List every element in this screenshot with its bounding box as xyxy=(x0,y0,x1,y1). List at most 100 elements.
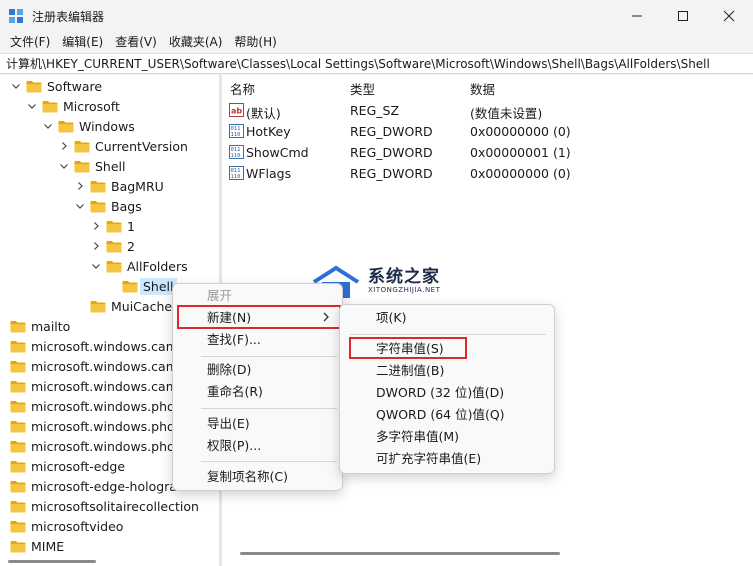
highlight-box-new xyxy=(177,305,341,329)
minimize-button[interactable] xyxy=(614,0,660,32)
tree-node[interactable]: 2 xyxy=(90,236,135,256)
chevron-down-icon[interactable] xyxy=(90,260,102,272)
tree-node[interactable]: MuiCache xyxy=(74,296,172,316)
folder-icon xyxy=(106,260,122,273)
chevron-right-icon[interactable] xyxy=(74,180,86,192)
value-row[interactable]: 011 110 WFlags REG_DWORD 0x00000000 (0) xyxy=(222,163,753,184)
menu-view[interactable]: 查看(V) xyxy=(109,32,163,52)
binary-value-icon: 011 110 xyxy=(229,145,244,159)
folder-icon xyxy=(10,360,26,373)
chevron-right-icon[interactable] xyxy=(90,240,102,252)
tree-node-label: 2 xyxy=(127,238,135,254)
highlight-box-string-value xyxy=(349,337,467,359)
tree-node[interactable]: Software xyxy=(10,76,102,96)
scrollbar-thumb[interactable] xyxy=(8,560,96,563)
value-type: REG_DWORD xyxy=(350,166,433,181)
menu-item-export[interactable]: 导出(E) xyxy=(207,413,250,435)
chevron-down-icon[interactable] xyxy=(42,120,54,132)
value-row[interactable]: ab (默认) REG_SZ (数值未设置) xyxy=(222,100,753,121)
scrollbar-thumb[interactable] xyxy=(240,552,560,555)
chevron-right-icon[interactable] xyxy=(58,140,70,152)
tree-node[interactable]: microsoft.windows.photo xyxy=(0,396,187,416)
column-header-type[interactable]: 类型 xyxy=(350,79,375,98)
folder-icon xyxy=(26,80,42,93)
value-type: REG_DWORD xyxy=(350,124,433,139)
tree-node[interactable]: BagMRU xyxy=(74,176,164,196)
folder-icon xyxy=(122,280,138,293)
tree-node-label: microsoftvideo xyxy=(31,518,124,534)
menu-item-permissions[interactable]: 权限(P)... xyxy=(207,435,261,457)
menu-item-rename[interactable]: 重命名(R) xyxy=(207,381,263,403)
tree-node-label: MuiCache xyxy=(111,298,173,314)
menu-item-copy-key-name[interactable]: 复制项名称(C) xyxy=(207,466,288,488)
tree-node[interactable]: Microsoft xyxy=(26,96,120,116)
folder-icon xyxy=(74,140,90,153)
tree-node[interactable]: CurrentVersion xyxy=(58,136,188,156)
chevron-down-icon[interactable] xyxy=(26,100,38,112)
submenu-item-key[interactable]: 项(K) xyxy=(376,307,406,329)
column-header-data[interactable]: 数据 xyxy=(470,79,495,98)
submenu-item-dword-value[interactable]: DWORD (32 位)值(D) xyxy=(376,382,504,404)
menu-favorites[interactable]: 收藏夹(A) xyxy=(163,32,229,52)
menu-help[interactable]: 帮助(H) xyxy=(228,32,282,52)
tree-node-label: microsoft.windows.photo xyxy=(31,438,188,454)
menu-file[interactable]: 文件(F) xyxy=(4,32,56,52)
tree-horizontal-scrollbar[interactable] xyxy=(0,556,219,566)
menu-edit[interactable]: 编辑(E) xyxy=(56,32,109,52)
submenu-item-qword-value[interactable]: QWORD (64 位)值(Q) xyxy=(376,404,505,426)
value-data: 0x00000000 (0) xyxy=(470,166,571,181)
tree-node[interactable]: microsoftsolitairecollection xyxy=(0,496,199,516)
tree-node[interactable]: 1 xyxy=(90,216,135,236)
tree-node[interactable]: microsoft.windows.came xyxy=(0,336,186,356)
submenu-item-binary-value[interactable]: 二进制值(B) xyxy=(376,360,444,382)
chevron-right-icon[interactable] xyxy=(90,220,102,232)
tree-node-label: microsoft.windows.came xyxy=(31,378,186,394)
tree-node[interactable]: microsoft-edge-hologra xyxy=(0,476,177,496)
menu-item-find[interactable]: 查找(F)... xyxy=(207,329,261,351)
submenu-item-multi-string-value[interactable]: 多字符串值(M) xyxy=(376,426,459,448)
new-submenu: 项(K) 字符串值(S) 二进制值(B) DWORD (32 位)值(D) QW… xyxy=(339,304,555,474)
tree-node[interactable]: MIME xyxy=(0,536,64,556)
tree-node[interactable]: microsoft.windows.photo xyxy=(0,416,187,436)
chevron-down-icon[interactable] xyxy=(10,80,22,92)
tree-node[interactable]: AllFolders xyxy=(90,256,188,276)
tree-node[interactable]: microsoft.windows.came xyxy=(0,356,186,376)
column-header-name[interactable]: 名称 xyxy=(230,79,255,98)
tree-node[interactable]: microsoft.windows.photo xyxy=(0,436,187,456)
window-title: 注册表编辑器 xyxy=(32,10,105,24)
tree-node[interactable]: microsoft-edge xyxy=(0,456,125,476)
tree-node[interactable]: microsoft.windows.came xyxy=(0,376,186,396)
value-name: HotKey xyxy=(246,124,291,139)
maximize-button[interactable] xyxy=(660,0,706,32)
tree-node-label: mailto xyxy=(31,318,71,334)
svg-text:110: 110 xyxy=(231,153,241,159)
submenu-item-expandable-string-value[interactable]: 可扩充字符串值(E) xyxy=(376,448,481,470)
folder-icon xyxy=(10,420,26,433)
menu-item-expand: 展开 xyxy=(207,288,233,303)
tree-node[interactable]: Bags xyxy=(74,196,142,216)
folder-icon xyxy=(10,460,26,473)
value-data: (数值未设置) xyxy=(470,106,543,121)
value-name: WFlags xyxy=(246,166,292,181)
tree-node[interactable]: mailto xyxy=(0,316,70,336)
value-row[interactable]: 011 110 HotKey REG_DWORD 0x00000000 (0) xyxy=(222,121,753,142)
close-button[interactable] xyxy=(706,0,752,32)
chevron-down-icon[interactable] xyxy=(58,160,70,172)
tree-node[interactable]: Shell xyxy=(106,276,177,296)
chevron-down-icon[interactable] xyxy=(74,200,86,212)
tree-node-label: Shell xyxy=(95,158,126,174)
value-row[interactable]: 011 110 ShowCmd REG_DWORD 0x00000001 (1) xyxy=(222,142,753,163)
tree-node[interactable]: Shell xyxy=(58,156,126,176)
address-bar[interactable]: 计算机\HKEY_CURRENT_USER\Software\Classes\L… xyxy=(0,53,753,74)
tree-node[interactable]: microsoftvideo xyxy=(0,516,123,536)
tree-node-label: Software xyxy=(47,78,103,94)
menu-item-delete[interactable]: 删除(D) xyxy=(207,359,251,381)
folder-icon xyxy=(10,480,26,493)
tree-node[interactable]: Windows xyxy=(42,116,135,136)
tree-node-label: AllFolders xyxy=(127,258,188,274)
maximize-icon xyxy=(678,11,688,21)
